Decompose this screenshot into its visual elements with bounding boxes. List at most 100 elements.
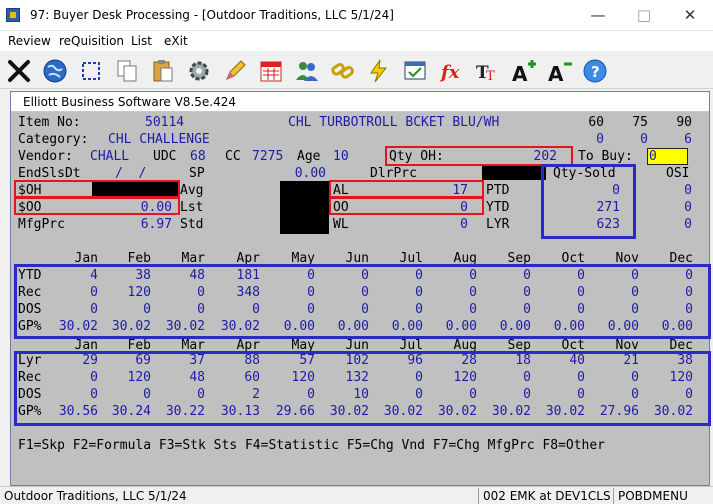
age-value: 10 [333, 149, 349, 164]
cell-dos-jul: 0 [415, 387, 423, 402]
svg-text:A: A [548, 62, 564, 84]
ytd-label: YTD [486, 200, 510, 215]
sp-label: SP [189, 166, 205, 181]
month-oct: Oct [561, 251, 585, 266]
udc-value: 68 [190, 149, 206, 164]
oo-dollar-label: $OO [18, 200, 42, 215]
cc-value: 7275 [252, 149, 284, 164]
copy-icon[interactable] [112, 56, 142, 86]
menu-requisition[interactable]: reQuisition [59, 34, 124, 48]
month-jul: Jul [399, 338, 423, 353]
status-bar: Outdoor Traditions, LLC 5/1/24 002 EMK a… [0, 486, 713, 504]
row-label-ytd: YTD [18, 268, 42, 283]
cell-dos-apr: 0 [252, 302, 260, 317]
help-icon[interactable]: ? [580, 56, 610, 86]
ytd-value: 271 [596, 200, 620, 215]
item-no-label: Item No: [18, 115, 81, 130]
cell-gppct-jan: 30.02 [58, 319, 98, 334]
cell-dos-aug: 0 [469, 302, 477, 317]
menu-review[interactable]: Review [8, 34, 51, 48]
edit-pencil-icon[interactable] [220, 56, 250, 86]
cell-dos-sep: 0 [523, 302, 531, 317]
osi-lyr-value: 0 [684, 217, 692, 232]
selection-icon[interactable] [76, 56, 106, 86]
cell-ytd-aug: 0 [469, 268, 477, 283]
menu-list[interactable]: List [131, 34, 152, 48]
cell-lyr-dec: 38 [677, 353, 693, 368]
font-decrease-icon[interactable]: A [544, 56, 574, 86]
cell-rec-nov: 0 [631, 285, 639, 300]
cell-rec-feb: 120 [127, 370, 151, 385]
cell-rec-nov: 0 [631, 370, 639, 385]
cell-rec-aug: 0 [469, 285, 477, 300]
cell-ytd-sep: 0 [523, 268, 531, 283]
cell-ytd-may: 0 [307, 268, 315, 283]
cell-lyr-jan: 29 [82, 353, 98, 368]
status-separator [613, 488, 614, 504]
ptd-value: 0 [612, 183, 620, 198]
close-button[interactable]: ✕ [667, 0, 713, 30]
month-mar: Mar [181, 338, 205, 353]
svg-text:T: T [486, 69, 495, 84]
dlr-prc-label: DlrPrc [370, 166, 417, 181]
category-label: Category: [18, 132, 89, 147]
days-90-value: 6 [684, 132, 692, 147]
cell-dos-mar: 0 [197, 387, 205, 402]
wl-value: 0 [460, 217, 468, 232]
print-window-icon[interactable] [400, 56, 430, 86]
osi-label: OSI [666, 166, 690, 181]
cell-ytd-jun: 0 [361, 268, 369, 283]
cell-gppct-apr: 30.13 [220, 404, 260, 419]
days-75-label: 75 [632, 115, 648, 130]
udc-label: UDC [153, 149, 177, 164]
month-oct: Oct [561, 338, 585, 353]
oo-value: 0 [460, 200, 468, 215]
oo-label: OO [333, 200, 349, 215]
month-nov: Nov [615, 338, 639, 353]
menu-exit[interactable]: eXit [164, 34, 188, 48]
to-buy-value[interactable]: 0 [649, 149, 657, 165]
close-x-icon[interactable] [4, 56, 34, 86]
end-sls-dt-value: / / [115, 166, 147, 181]
paste-icon[interactable] [148, 56, 178, 86]
cell-ytd-oct: 0 [577, 268, 585, 283]
cell-dos-may: 0 [307, 387, 315, 402]
cell-ytd-feb: 38 [135, 268, 151, 283]
al-value: 17 [452, 183, 468, 198]
row-label-gppct: GP% [18, 404, 42, 419]
cell-gppct-sep: 30.02 [491, 404, 531, 419]
link-chain-icon[interactable] [328, 56, 358, 86]
cell-rec-oct: 0 [577, 285, 585, 300]
cell-gppct-mar: 30.22 [165, 404, 205, 419]
settings-gear-icon[interactable] [184, 56, 214, 86]
cell-ytd-jul: 0 [415, 268, 423, 283]
calendar-icon[interactable] [256, 56, 286, 86]
globe-icon[interactable] [40, 56, 70, 86]
maximize-button[interactable]: □ [621, 0, 667, 30]
cell-rec-apr: 348 [236, 285, 260, 300]
cc-label: CC [225, 149, 241, 164]
days-75-value: 0 [640, 132, 648, 147]
cell-dos-jun: 0 [361, 302, 369, 317]
font-increase-icon[interactable]: A [508, 56, 538, 86]
lightning-icon[interactable] [364, 56, 394, 86]
item-description: CHL TURBOTROLL BCKET BLU/WH [288, 115, 500, 130]
qty-oh-value: 202 [533, 149, 557, 164]
app-icon [6, 8, 20, 22]
minimize-button[interactable]: — [575, 0, 621, 30]
ptd-label: PTD [486, 183, 510, 198]
cell-lyr-jul: 96 [407, 353, 423, 368]
formula-fx-icon[interactable]: fx [436, 56, 466, 86]
cell-gppct-nov: 0.00 [607, 319, 639, 334]
cell-gppct-apr: 30.02 [220, 319, 260, 334]
cell-lyr-oct: 40 [569, 353, 585, 368]
cell-gppct-jul: 0.00 [391, 319, 423, 334]
users-icon[interactable] [292, 56, 322, 86]
toolbar: fx TT A A ? [0, 52, 713, 89]
row-label-dos: DOS [18, 302, 42, 317]
text-font-icon[interactable]: TT [472, 56, 502, 86]
cell-dos-jul: 0 [415, 302, 423, 317]
status-program: POBDMENU [618, 489, 688, 503]
cell-rec-oct: 0 [577, 370, 585, 385]
oh-dollar-label: $OH [18, 183, 42, 198]
